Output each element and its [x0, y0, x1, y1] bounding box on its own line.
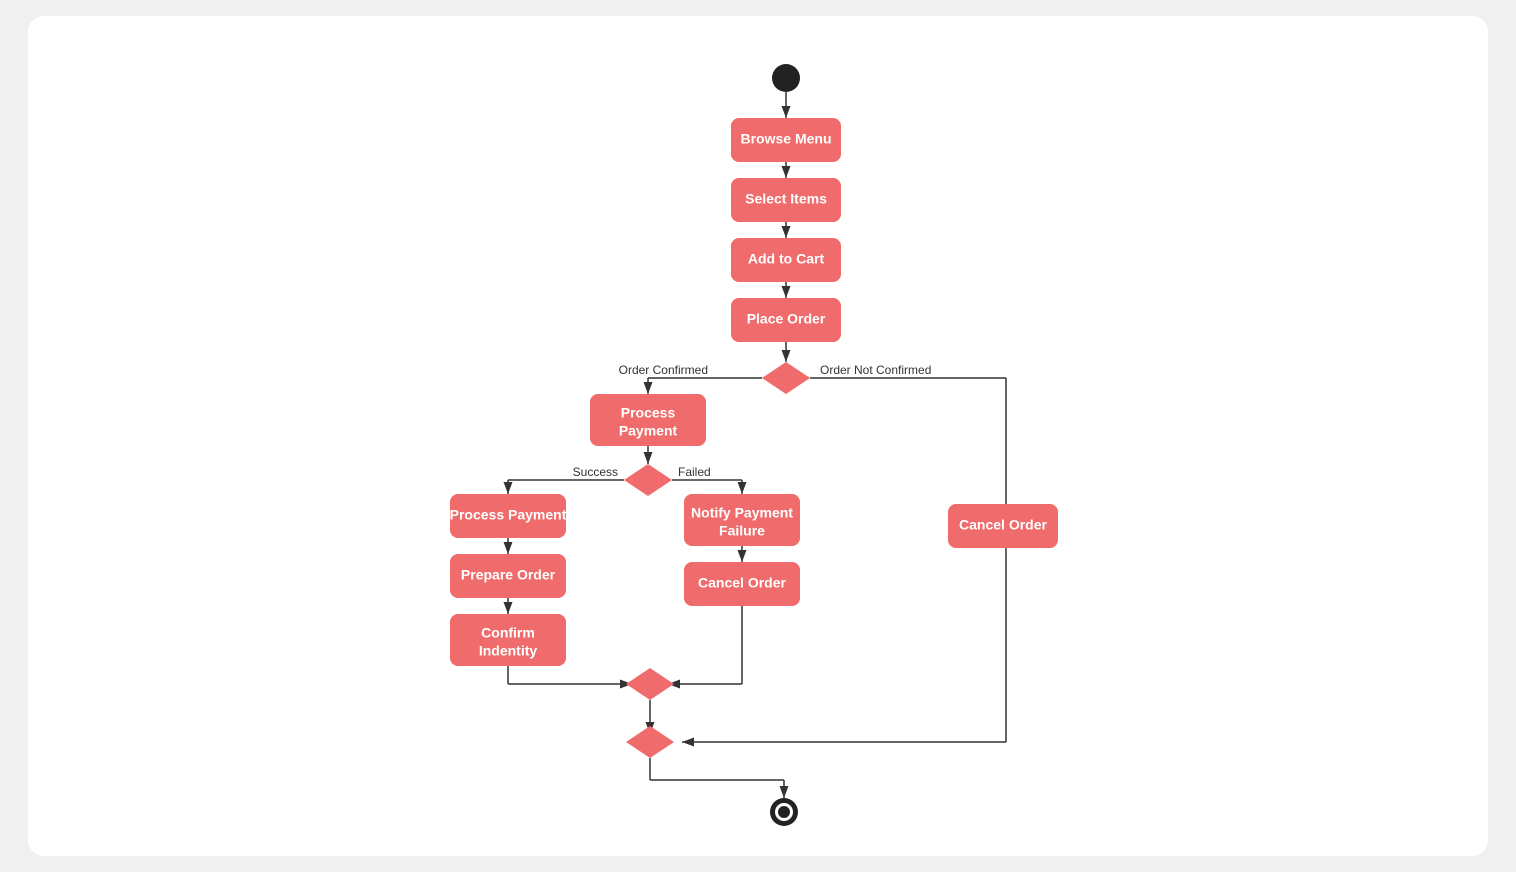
end-node-fill	[778, 806, 790, 818]
prepare-order-label: Process Payment	[450, 507, 567, 523]
deliver-order-label: Prepare Order	[461, 567, 556, 583]
success-label: Success	[573, 465, 618, 479]
process-payment-label-2: Payment	[619, 423, 678, 439]
select-items-label: Select Items	[745, 191, 827, 207]
merge-diamond-2	[626, 726, 674, 758]
confirm-identity-label-1: Confirm	[481, 625, 535, 641]
cancel-order-mid-label: Cancel Order	[698, 575, 786, 591]
browse-menu-label: Browse Menu	[740, 131, 831, 147]
confirm-identity-label-2: Indentity	[479, 643, 538, 659]
payment-success-diamond	[624, 464, 672, 496]
notify-failure-label-2: Failure	[719, 523, 765, 539]
order-confirmed-diamond	[762, 362, 810, 394]
diagram-canvas: Browse Menu Select Items Add to Cart Pla…	[28, 16, 1488, 856]
place-order-label: Place Order	[747, 311, 826, 327]
notify-failure-label-1: Notify Payment	[691, 505, 793, 521]
merge-diamond-1	[626, 668, 674, 700]
start-node	[772, 64, 800, 92]
process-payment-label-1: Process	[621, 405, 676, 421]
cancel-order-right-label: Cancel Order	[959, 517, 1047, 533]
failed-label: Failed	[678, 465, 711, 479]
order-not-confirmed-label: Order Not Confirmed	[820, 363, 931, 377]
order-confirmed-label: Order Confirmed	[619, 363, 708, 377]
add-to-cart-label: Add to Cart	[748, 251, 825, 267]
